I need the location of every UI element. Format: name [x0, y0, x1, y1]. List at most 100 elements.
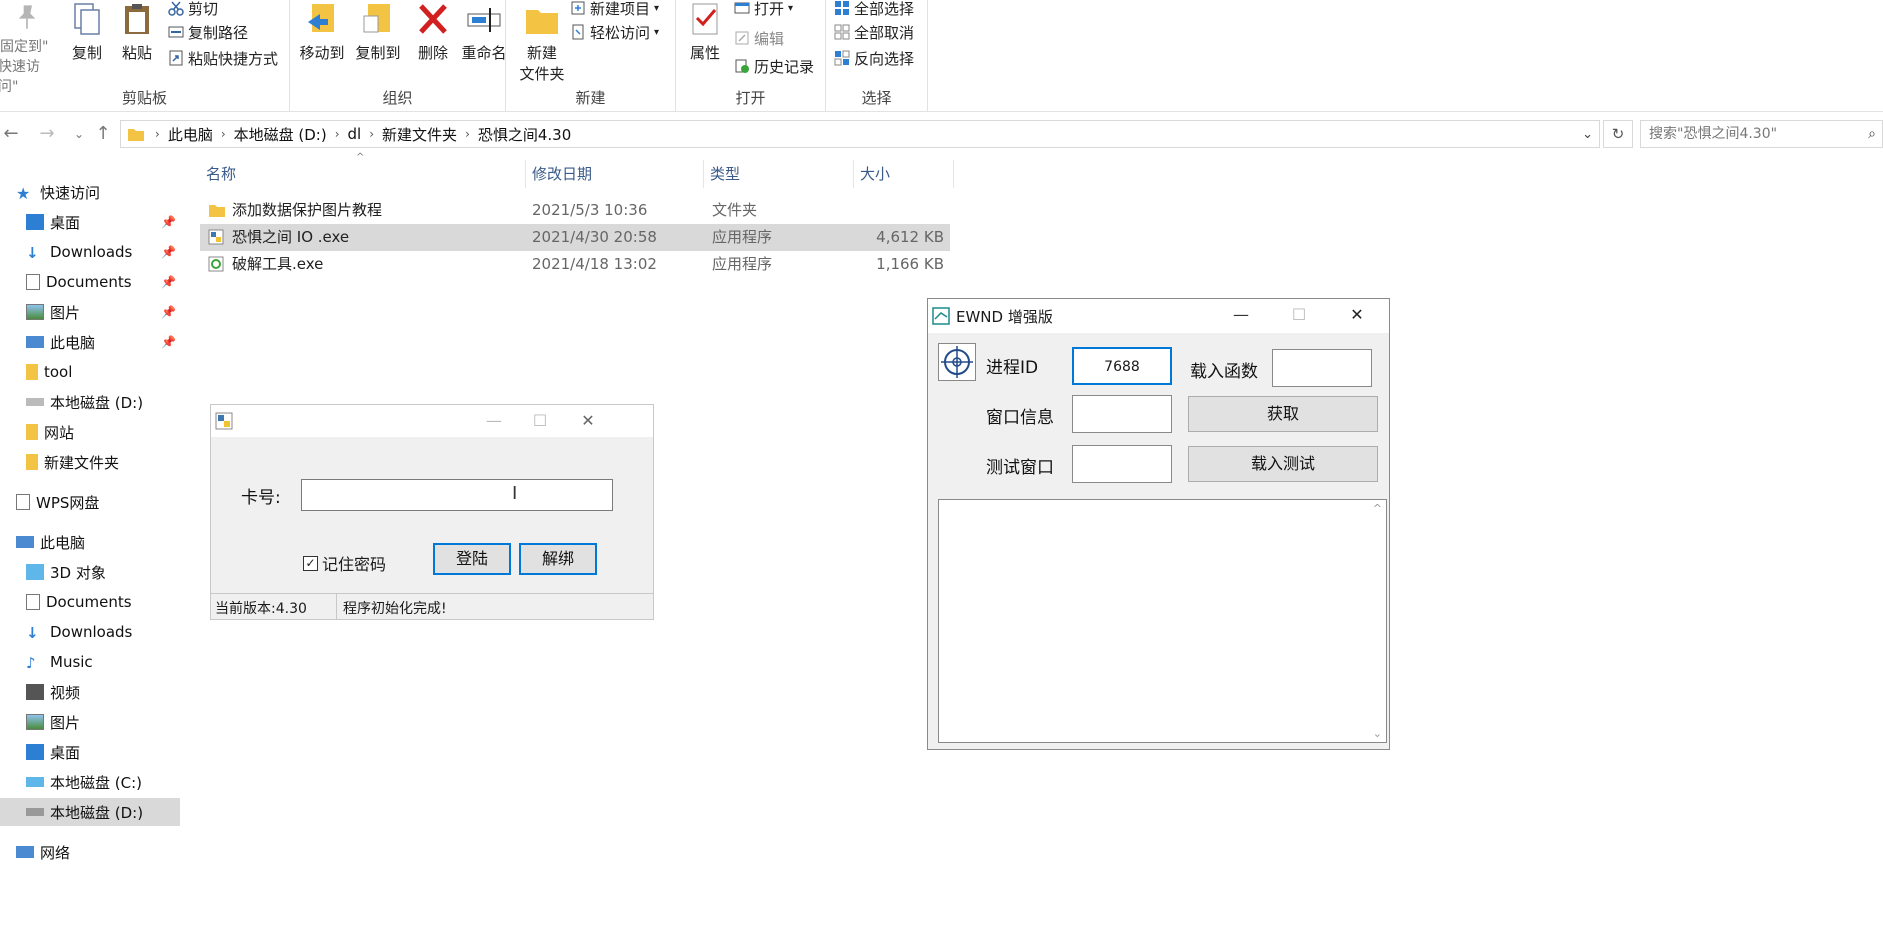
breadcrumb-current[interactable]: 恐惧之间4.30 — [470, 124, 579, 145]
breadcrumb-drive-d[interactable]: 本地磁盘 (D:) — [226, 124, 335, 145]
column-name[interactable]: 名称 — [200, 160, 526, 188]
load-test-button[interactable]: 载入测试 — [1188, 446, 1378, 482]
maximize-button[interactable]: ☐ — [517, 405, 563, 437]
nav-label: Downloads — [50, 243, 133, 261]
new-folder-button[interactable]: 新建 文件夹 — [514, 0, 570, 84]
edit-button[interactable]: 编辑 — [734, 26, 784, 50]
remember-password-label: 记住密码 — [322, 555, 387, 574]
new-item-icon — [571, 1, 585, 15]
column-type[interactable]: 类型 — [704, 160, 854, 188]
nav-network[interactable]: 网络 — [0, 838, 180, 866]
file-name: 添加数据保护图片教程 — [232, 201, 383, 219]
scroll-up-icon[interactable]: ^ — [1373, 502, 1382, 515]
open-button[interactable]: 打开 ▾ — [734, 0, 793, 20]
nav-pc-downloads[interactable]: ↓ Downloads — [0, 618, 180, 646]
easy-access-button[interactable]: 轻松访问 ▾ — [570, 20, 659, 44]
select-all-button[interactable]: 全部选择 — [834, 0, 914, 20]
history-button[interactable]: 历史记录 — [734, 54, 814, 78]
select-group: 全部选择 全部取消 反向选择 选择 — [826, 0, 928, 112]
copy-to-button[interactable]: 复制到 — [350, 0, 406, 63]
breadcrumb-this-pc[interactable]: 此电脑 — [160, 124, 221, 145]
open-icon — [734, 2, 750, 14]
nav-documents[interactable]: Documents 📌 — [0, 268, 180, 296]
unbind-button[interactable]: 解绑 — [519, 543, 597, 575]
file-type: 应用程序 — [712, 228, 773, 246]
paste-shortcut-button[interactable]: 粘贴快捷方式 — [168, 46, 278, 70]
login-button[interactable]: 登陆 — [433, 543, 511, 575]
nav-this-pc[interactable]: 此电脑 — [0, 528, 180, 556]
move-to-button[interactable]: 移动到 — [294, 0, 350, 63]
nav-drive-d[interactable]: 本地磁盘 (D:) — [0, 798, 180, 826]
back-button[interactable]: ← — [0, 122, 22, 146]
nav-pc-desktop[interactable]: 桌面 — [0, 738, 180, 766]
forward-button[interactable]: → — [36, 122, 58, 146]
drive-icon — [26, 808, 44, 816]
nav-pc-pictures[interactable]: 图片 — [0, 708, 180, 736]
nav-pictures[interactable]: 图片 📌 — [0, 298, 180, 326]
select-group-label: 选择 — [861, 89, 892, 107]
nav-music[interactable]: ♪ Music — [0, 648, 180, 676]
nav-this-pc-quick[interactable]: 此电脑 📌 — [0, 328, 180, 356]
output-textarea[interactable]: ^ ⌄ — [938, 499, 1387, 743]
nav-label: 网络 — [40, 843, 71, 862]
rename-button[interactable]: 重命名 — [456, 0, 512, 63]
copy-button[interactable]: 复制 — [62, 0, 112, 63]
load-function-input[interactable] — [1272, 349, 1372, 387]
file-row-exe-main[interactable]: 恐惧之间 IO .exe 2021/4/30 20:58 应用程序 4,612 … — [200, 224, 950, 251]
address-bar[interactable]: › 此电脑 › 本地磁盘 (D:) › dl › 新建文件夹 › 恐惧之间4.3… — [120, 120, 1600, 148]
select-none-button[interactable]: 全部取消 — [834, 20, 914, 44]
copy-path-button[interactable]: 复制路径 — [168, 20, 248, 44]
scroll-down-icon[interactable]: ⌄ — [1373, 727, 1382, 740]
maximize-button[interactable]: ☐ — [1276, 299, 1322, 331]
breadcrumb-new-folder[interactable]: 新建文件夹 — [374, 124, 465, 145]
nav-tool[interactable]: tool — [0, 358, 180, 386]
file-row-folder[interactable]: 添加数据保护图片教程 2021/5/3 10:36 文件夹 — [200, 197, 950, 224]
column-size[interactable]: 大小 — [854, 160, 954, 188]
test-window-input[interactable] — [1072, 445, 1172, 483]
recent-locations-button[interactable]: ⌄ — [68, 122, 90, 146]
nav-desktop[interactable]: 桌面 📌 — [0, 208, 180, 236]
cut-button[interactable]: 剪切 — [168, 0, 218, 20]
nav-website[interactable]: 网站 — [0, 418, 180, 446]
column-date[interactable]: 修改日期 — [526, 160, 704, 188]
file-row-crack-tool[interactable]: 破解工具.exe 2021/4/18 13:02 应用程序 1,166 KB — [200, 251, 950, 278]
process-id-input[interactable]: 7688 — [1072, 347, 1172, 385]
nav-quick-access[interactable]: ★ 快速访问 — [0, 178, 180, 206]
properties-button[interactable]: 属性 — [680, 0, 730, 63]
minimize-button[interactable]: — — [471, 405, 517, 437]
edit-icon — [735, 31, 749, 45]
nav-videos[interactable]: 视频 — [0, 678, 180, 706]
python-app-icon — [208, 229, 224, 245]
close-button[interactable]: ✕ — [1334, 299, 1380, 331]
nav-pc-documents[interactable]: Documents — [0, 588, 180, 616]
new-group-label: 新建 — [575, 89, 606, 107]
nav-label: 图片 — [50, 713, 81, 732]
delete-button[interactable]: 删除 — [408, 0, 458, 63]
ewnd-window-titlebar: EWND 增强版 — ☐ ✕ — [928, 299, 1389, 333]
nav-drive-d-quick[interactable]: 本地磁盘 (D:) — [0, 388, 180, 416]
invert-selection-button[interactable]: 反向选择 — [834, 46, 914, 70]
nav-label: tool — [44, 363, 73, 381]
search-input[interactable]: 搜索"恐惧之间4.30" ⌕ — [1640, 120, 1883, 148]
nav-downloads[interactable]: ↓ Downloads 📌 — [0, 238, 180, 266]
pin-quick-access-button[interactable]: 固定到" 快速访问" — [0, 0, 60, 96]
address-dropdown-icon[interactable]: ⌄ — [1582, 127, 1593, 142]
breadcrumb-dl[interactable]: dl — [340, 125, 370, 143]
crosshair-finder-icon[interactable] — [938, 343, 976, 381]
up-button[interactable]: ↑ — [92, 122, 114, 146]
nav-3d-objects[interactable]: 3D 对象 — [0, 558, 180, 586]
get-button[interactable]: 获取 — [1188, 396, 1378, 432]
nav-wps-drive[interactable]: WPS网盘 — [0, 488, 180, 516]
navigation-pane: ★ 快速访问 桌面 📌 ↓ Downloads 📌 Documents 📌 图片… — [0, 170, 180, 940]
paste-button[interactable]: 粘贴 — [112, 0, 162, 63]
nav-new-folder[interactable]: 新建文件夹 — [0, 448, 180, 476]
nav-drive-c[interactable]: 本地磁盘 (C:) — [0, 768, 180, 796]
minimize-button[interactable]: — — [1218, 299, 1264, 331]
card-number-input[interactable]: I — [301, 479, 613, 511]
pin-icon: 📌 — [161, 245, 176, 259]
window-info-input[interactable] — [1072, 395, 1172, 433]
refresh-button[interactable]: ↻ — [1603, 120, 1633, 148]
remember-password-checkbox[interactable]: ✓ 记住密码 — [303, 551, 386, 575]
close-button[interactable]: ✕ — [565, 405, 611, 437]
new-item-button[interactable]: 新建项目 ▾ — [570, 0, 659, 20]
